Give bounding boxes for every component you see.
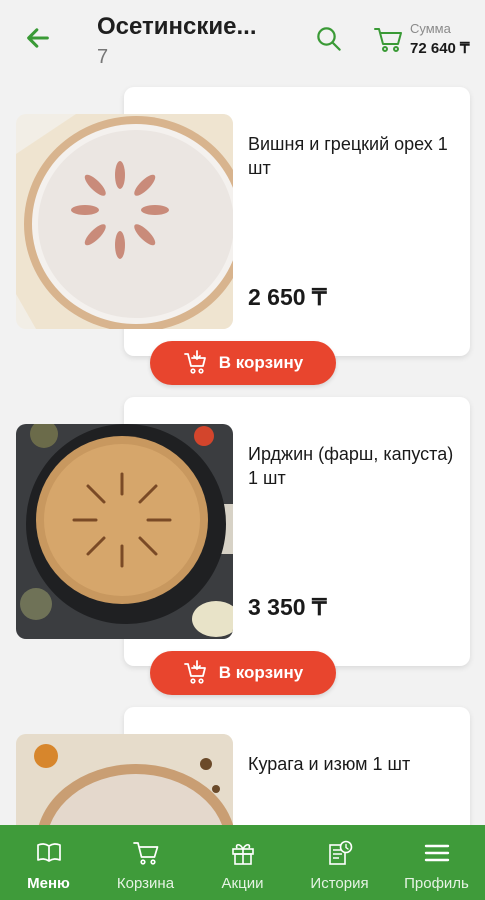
nav-item-menu[interactable]: Меню [0, 825, 97, 900]
sum-label: Сумма [410, 21, 451, 36]
product-image[interactable] [16, 424, 233, 639]
add-to-cart-button[interactable]: В корзину [150, 651, 336, 695]
app-header: Осетинские... 7 Сумма 72 640 ₸ [0, 0, 485, 80]
pie-image-cherry-walnut [16, 114, 233, 329]
nav-label: Меню [27, 875, 70, 892]
nav-item-cart[interactable]: Корзина [97, 825, 194, 900]
product-price: 2 650 ₸ [248, 284, 327, 310]
bottom-nav: Меню Корзина Акции История Профиль [0, 825, 485, 900]
product-name: Вишня и грецкий орех 1 шт [248, 134, 448, 178]
search-button[interactable] [314, 24, 346, 56]
nav-item-history[interactable]: История [291, 825, 388, 900]
cart-icon [132, 842, 158, 865]
search-icon [317, 27, 341, 51]
product-price: 3 350 ₸ [248, 594, 327, 620]
sum-value: 72 640 ₸ [410, 40, 470, 57]
cart-sum-button[interactable]: Сумма 72 640 ₸ [374, 20, 480, 62]
product-name: Ирджин (фарш, капуста) 1 шт [248, 444, 454, 488]
pie-image-irdzhin [16, 424, 233, 639]
arrow-left-icon [27, 28, 49, 48]
add-to-cart-label: В корзину [218, 663, 304, 682]
add-to-cart-icon [183, 660, 206, 684]
add-to-cart-icon [183, 350, 206, 374]
nav-item-profile[interactable]: Профиль [388, 825, 485, 900]
item-count: 7 [97, 46, 109, 68]
history-icon [328, 840, 352, 865]
gift-icon [231, 843, 254, 865]
back-button[interactable] [22, 22, 54, 54]
menu-icon [424, 844, 449, 862]
book-icon [36, 843, 61, 862]
add-to-cart-button[interactable]: В корзину [150, 341, 336, 385]
nav-label: История [310, 875, 369, 892]
page-title: Осетинские... [97, 13, 257, 40]
product-image[interactable] [16, 114, 233, 329]
product-name: Курага и изюм 1 шт [248, 754, 411, 774]
nav-label: Акции [221, 875, 264, 892]
cart-icon [374, 28, 402, 52]
nav-label: Профиль [404, 875, 469, 892]
add-to-cart-label: В корзину [218, 353, 304, 372]
nav-item-promotions[interactable]: Акции [194, 825, 291, 900]
nav-label: Корзина [116, 875, 175, 892]
